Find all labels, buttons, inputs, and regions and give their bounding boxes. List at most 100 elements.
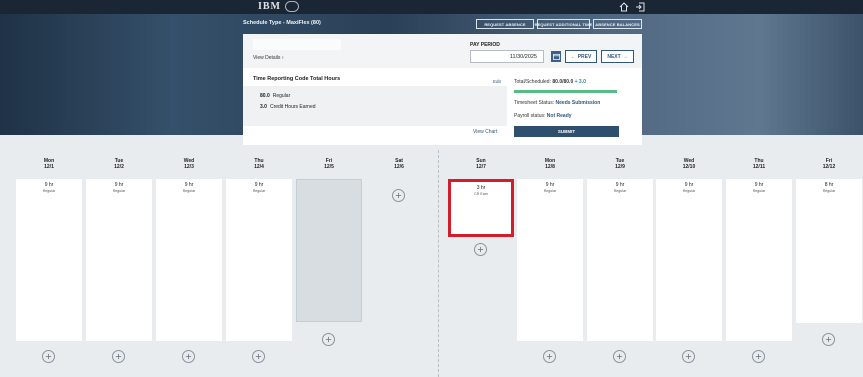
day-card[interactable]: 9 hr Regular: [156, 179, 222, 341]
view-details-link[interactable]: View Details ›: [253, 55, 283, 61]
day-card[interactable]: [296, 179, 362, 322]
day-header: Fri 12/12: [796, 158, 862, 170]
day-card[interactable]: 9 hr Regular: [587, 179, 653, 341]
day-date: 12/7: [476, 164, 486, 170]
add-time-plus-icon[interactable]: [613, 350, 626, 363]
day-type: Regular: [752, 189, 766, 193]
day-type: Regular: [822, 189, 836, 193]
payroll-status: Payroll status: Not Ready: [514, 113, 572, 119]
day-date: 12/11: [752, 164, 766, 170]
day-type: Regular: [252, 189, 266, 193]
day-header: Fri 12/5: [296, 158, 362, 170]
ibm-logo: IBM: [258, 1, 281, 12]
add-time-plus-icon[interactable]: [822, 333, 835, 346]
day-type: Regular: [182, 189, 196, 193]
top-bar: IBM: [0, 0, 863, 14]
submit-button[interactable]: SUBMIT: [514, 126, 619, 137]
day-date: 12/12: [822, 164, 836, 170]
day-type: Regular: [682, 189, 696, 193]
day-date: 12/8: [545, 164, 555, 170]
hours-progress-fill: [514, 90, 617, 93]
day-type: CR Earn: [474, 192, 488, 196]
day-type: Regular: [112, 189, 126, 193]
day-date: 12/4: [254, 164, 264, 170]
trc-row: 80.0 Regular: [260, 93, 291, 99]
day-header: Thu 12/4: [226, 158, 292, 170]
day-hours: 9 hr: [684, 182, 694, 188]
pay-period-label: PAY PERIOD: [470, 42, 500, 48]
add-time-plus-icon[interactable]: [474, 243, 487, 256]
day-hours: 9 hr: [44, 182, 54, 188]
day-hours: 9 hr: [254, 182, 264, 188]
next-button[interactable]: NEXT →: [601, 50, 634, 63]
week-divider: [438, 150, 439, 377]
trc-hours-box: 80.0 Regular 3.0 Credit Hours Earned: [243, 86, 507, 126]
redacted-name: [253, 39, 341, 50]
day-hours: 8 hr: [824, 182, 834, 188]
add-time-plus-icon[interactable]: [252, 350, 265, 363]
arrow-left-icon: ←: [570, 53, 576, 60]
edit-link[interactable]: Edit: [493, 79, 501, 84]
add-time-plus-icon[interactable]: [392, 189, 405, 202]
day-header: Mon 12/8: [517, 158, 583, 170]
app-badge-icon: [285, 1, 299, 12]
request-additional-time-button[interactable]: REQUEST ADDITIONAL TIME: [535, 19, 592, 29]
day-card-selected[interactable]: 3 hr CR Earn: [448, 179, 514, 237]
add-time-plus-icon[interactable]: [112, 350, 125, 363]
day-card[interactable]: 9 hr Regular: [226, 179, 292, 341]
add-time-plus-icon[interactable]: [752, 350, 765, 363]
logout-icon[interactable]: [634, 0, 646, 13]
trc-row: 3.0 Credit Hours Earned: [260, 104, 316, 110]
day-hours: 9 hr: [184, 182, 194, 188]
day-header: Sat 12/6: [366, 158, 432, 170]
day-hours: 9 hr: [754, 182, 764, 188]
day-date: 12/3: [184, 164, 194, 170]
day-type: Regular: [543, 189, 557, 193]
day-card[interactable]: 9 hr Regular: [86, 179, 152, 341]
day-header: Wed 12/10: [656, 158, 722, 170]
trc-title: Time Reporting Code Total Hours: [253, 76, 341, 82]
schedule-type-label: Schedule Type - MaxiFlex (80): [243, 20, 321, 26]
absence-balances-button[interactable]: ABSENCE BALANCES: [593, 19, 642, 29]
request-absence-button[interactable]: REQUEST ABSENCE: [476, 19, 534, 29]
day-header: Tue 12/9: [587, 158, 653, 170]
home-icon[interactable]: [618, 0, 630, 13]
pay-period-input[interactable]: 11/30/2025: [470, 50, 544, 63]
calendar-icon[interactable]: [551, 51, 561, 62]
timesheet-status: Timesheet Status: Needs Submission: [514, 100, 601, 106]
arrow-right-icon: →: [622, 53, 628, 60]
add-time-plus-icon[interactable]: [322, 333, 335, 346]
day-date: 12/2: [114, 164, 124, 170]
day-type: Regular: [42, 189, 56, 193]
day-card[interactable]: 9 hr Regular: [16, 179, 82, 341]
add-time-plus-icon[interactable]: [543, 350, 556, 363]
add-time-plus-icon[interactable]: [682, 350, 695, 363]
hours-summary-card: Time Reporting Code Total Hours Edit 80.…: [243, 68, 642, 145]
day-date: 12/9: [615, 164, 625, 170]
day-hours: 3 hr: [476, 185, 486, 191]
day-header: Mon 12/1: [16, 158, 82, 170]
day-date: 12/6: [394, 164, 404, 170]
day-card[interactable]: 8 hr Regular: [796, 179, 862, 323]
day-card[interactable]: 9 hr Regular: [726, 179, 792, 341]
pay-period-card: View Details › PAY PERIOD 11/30/2025 ← PR…: [243, 34, 642, 68]
chevron-right-icon: ›: [281, 55, 284, 61]
hours-progress-bar: [514, 90, 617, 93]
add-time-plus-icon[interactable]: [182, 350, 195, 363]
day-date: 12/10: [682, 164, 696, 170]
day-header: Sun 12/7: [448, 158, 514, 170]
day-header: Tue 12/2: [86, 158, 152, 170]
total-scheduled: Total/Scheduled: 80.0/80.0 + 3.0: [514, 79, 586, 85]
day-date: 12/5: [324, 164, 334, 170]
add-time-plus-icon[interactable]: [42, 350, 55, 363]
day-hours: 9 hr: [114, 182, 124, 188]
day-card[interactable]: 9 hr Regular: [656, 179, 722, 341]
day-type: Regular: [613, 189, 627, 193]
day-hours: 9 hr: [545, 182, 555, 188]
prev-button[interactable]: ← PREV: [565, 50, 597, 63]
day-header: Wed 12/3: [156, 158, 222, 170]
day-date: 12/1: [44, 164, 54, 170]
view-chart-link[interactable]: View Chart: [473, 129, 497, 135]
day-hours: 9 hr: [615, 182, 625, 188]
day-card[interactable]: 9 hr Regular: [517, 179, 583, 341]
